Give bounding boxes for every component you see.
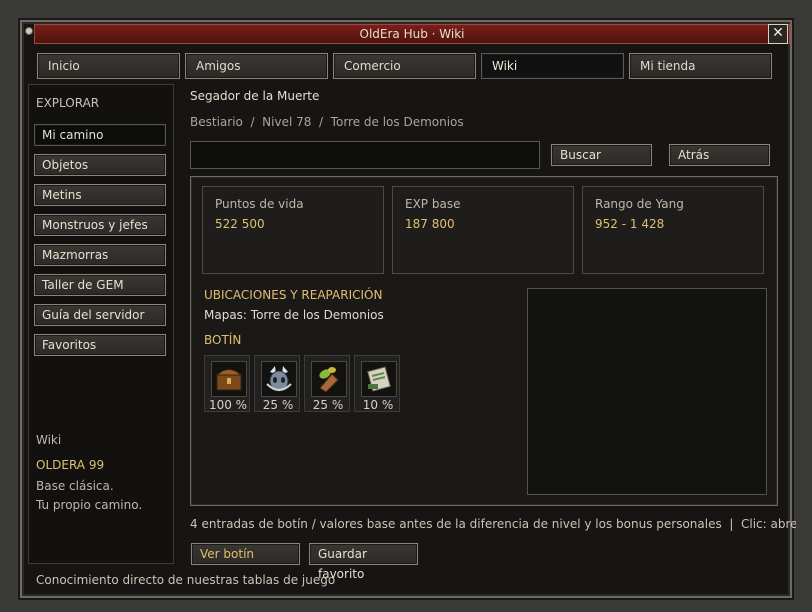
stat-value: 952 - 1 428 bbox=[595, 217, 665, 231]
sidebar-item-objetos[interactable]: Objetos bbox=[34, 154, 166, 176]
loot-slot[interactable]: 25 % bbox=[254, 355, 300, 412]
herb-icon bbox=[311, 361, 347, 397]
stat-label: Puntos de vida bbox=[215, 197, 304, 211]
sidebar-heading: EXPLORAR bbox=[36, 96, 100, 110]
stat-value: 187 800 bbox=[405, 217, 455, 231]
loot-heading: BOTÍN bbox=[204, 333, 242, 347]
bottom-caption: Conocimiento directo de nuestras tablas … bbox=[36, 573, 336, 587]
sidebar-footer-line-2: Tu propio camino. bbox=[36, 498, 143, 512]
sidebar-footer-label: Wiki bbox=[36, 433, 62, 447]
maps-line: Mapas: Torre de los Demonios bbox=[204, 308, 384, 322]
close-button[interactable]: ✕ bbox=[768, 24, 788, 44]
loot-chance: 25 % bbox=[262, 398, 294, 412]
loot-chance: 100 % bbox=[208, 398, 248, 412]
loot-slot[interactable]: 10 % bbox=[354, 355, 400, 412]
sidebar-footer-line-1: Base clásica. bbox=[36, 479, 114, 493]
loot-slot[interactable]: 25 % bbox=[304, 355, 350, 412]
stat-card-yang: Rango de Yang 952 - 1 428 bbox=[582, 186, 764, 274]
stat-card-hp: Puntos de vida 522 500 bbox=[202, 186, 384, 274]
sidebar-item-taller-gem[interactable]: Taller de GEM bbox=[34, 274, 166, 296]
page-title: Segador de la Muerte bbox=[190, 89, 320, 103]
tab-comercio[interactable]: Comercio bbox=[333, 53, 476, 79]
breadcrumb: Bestiario / Nivel 78 / Torre de los Demo… bbox=[190, 115, 464, 129]
tab-amigos[interactable]: Amigos bbox=[185, 53, 328, 79]
chest-icon bbox=[211, 361, 247, 397]
sidebar-item-metins[interactable]: Metins bbox=[34, 184, 166, 206]
locations-heading: UBICACIONES Y REAPARICIÓN bbox=[204, 288, 383, 302]
sidebar-footer-brand: OLDERA 99 bbox=[36, 458, 105, 472]
view-loot-button[interactable]: Ver botín bbox=[191, 543, 300, 565]
stat-card-exp: EXP base 187 800 bbox=[392, 186, 574, 274]
loot-chance: 10 % bbox=[362, 398, 394, 412]
corner-ornament-icon bbox=[25, 27, 33, 35]
item-preview-panel bbox=[527, 288, 767, 495]
sidebar-item-mazmorras[interactable]: Mazmorras bbox=[34, 244, 166, 266]
mask-icon bbox=[261, 361, 297, 397]
tab-inicio[interactable]: Inicio bbox=[37, 53, 180, 79]
stat-value: 522 500 bbox=[215, 217, 265, 231]
sidebar-item-guia[interactable]: Guía del servidor bbox=[34, 304, 166, 326]
stat-label: Rango de Yang bbox=[595, 197, 684, 211]
tab-wiki[interactable]: Wiki bbox=[481, 53, 624, 79]
save-favorite-button[interactable]: Guardar favorito bbox=[309, 543, 418, 581]
search-input[interactable] bbox=[190, 141, 540, 169]
stat-label: EXP base bbox=[405, 197, 461, 211]
loot-slot[interactable]: 100 % bbox=[204, 355, 250, 412]
scroll-icon bbox=[361, 361, 397, 397]
status-line: 4 entradas de botín / valores base antes… bbox=[190, 517, 796, 531]
window-title: OldEra Hub · Wiki bbox=[34, 24, 790, 44]
sidebar-item-mi-camino[interactable]: Mi camino bbox=[34, 124, 166, 146]
back-button[interactable]: Atrás bbox=[669, 144, 770, 166]
sidebar-item-favoritos[interactable]: Favoritos bbox=[34, 334, 166, 356]
tab-mi-tienda[interactable]: Mi tienda bbox=[629, 53, 772, 79]
sidebar-item-monstruos[interactable]: Monstruos y jefes bbox=[34, 214, 166, 236]
loot-chance: 25 % bbox=[312, 398, 344, 412]
search-button[interactable]: Buscar bbox=[551, 144, 652, 166]
